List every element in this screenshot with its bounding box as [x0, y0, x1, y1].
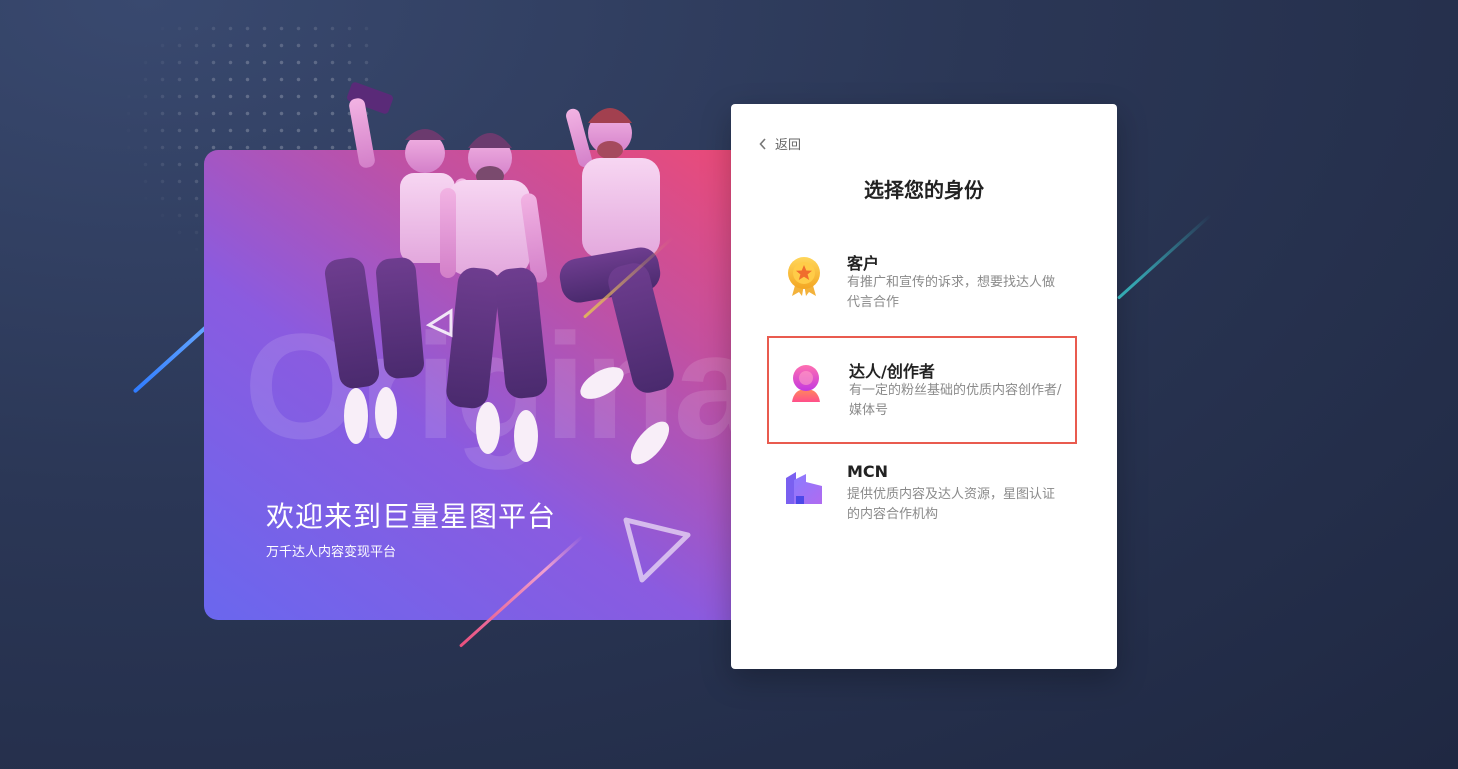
banner-title: 欢迎来到巨量星图平台	[266, 500, 557, 533]
option-creator[interactable]: 达人/创作者 有一定的粉丝基础的优质内容创作者/媒体号	[767, 336, 1077, 444]
option-customer[interactable]: 客户 有推广和宣传的诉求，想要找达人做代言合作	[767, 230, 1077, 338]
banner-subtitle: 万千达人内容变现平台	[266, 545, 397, 560]
decorative-triangle	[425, 308, 453, 338]
option-description: 有一定的粉丝基础的优质内容创作者/媒体号	[849, 383, 1062, 418]
creator-avatar-icon	[786, 364, 826, 404]
option-name: 达人/创作者	[849, 362, 935, 381]
medal-icon	[784, 256, 824, 296]
option-name: 客户	[847, 254, 880, 273]
back-button[interactable]: 返回	[759, 134, 801, 153]
option-name: MCN	[847, 462, 889, 481]
decorative-streak	[1116, 213, 1212, 300]
chevron-left-icon	[759, 137, 767, 150]
back-label: 返回	[775, 138, 802, 153]
decorative-triangle	[623, 517, 691, 583]
jumping-people-illustration	[324, 82, 674, 465]
option-description: 提供优质内容及达人资源，星图认证的内容合作机构	[847, 487, 1056, 522]
option-mcn[interactable]: MCN 提供优质内容及达人资源，星图认证的内容合作机构	[767, 442, 1077, 550]
identity-selection-panel: 返回 选择您的身份 客户 有推广和宣传的诉求，想要找达人做代言合作 达人/创作者…	[731, 104, 1117, 669]
option-description: 有推广和宣传的诉求，想要找达人做代言合作	[847, 275, 1056, 310]
panel-title: 选择您的身份	[864, 178, 984, 202]
building-icon	[784, 468, 824, 508]
